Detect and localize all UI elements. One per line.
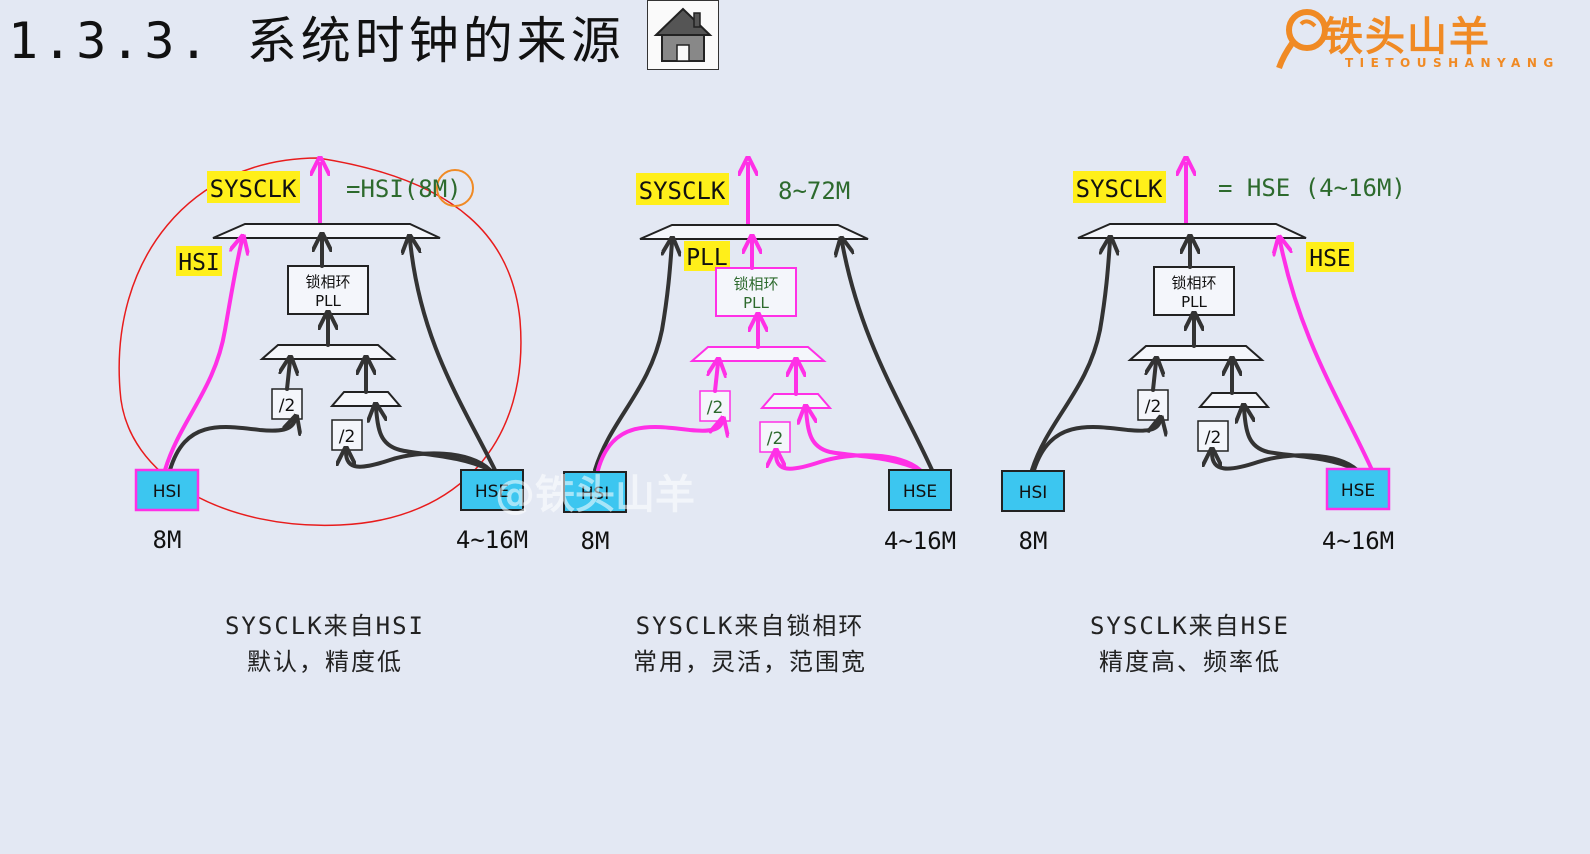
panel-hsi: SYSCLK =HSI(8M) HSI 锁相环 PLL /2 /2 HSI HS… [118,158,528,554]
caption-pll: SYSCLK来自锁相环 常用，灵活，范围宽 [570,608,930,680]
div-a-label: /2 [707,398,724,418]
system-clock-mux [212,223,441,239]
hse-freq: 4~16M [1322,527,1394,555]
sysclk-label: SYSCLK [1076,175,1163,203]
hse-freq: 4~16M [456,526,528,554]
pll-label-cn: 锁相环 [733,275,778,293]
hse-label: HSE [1341,481,1375,501]
caption-line-1: SYSCLK来自HSI [224,612,426,640]
diva-to-pllmux-path [1153,362,1156,392]
hsi-freq: 8M [153,526,182,554]
hsi-to-sysmux-path [593,242,672,472]
hse-label: HSE [903,482,937,502]
hse-div-mux [1197,392,1271,408]
sysclk-value: 8~72M [778,177,850,205]
div-b-label: /2 [339,427,356,447]
diva-to-pllmux-path [715,363,718,393]
caption-hsi: SYSCLK来自HSI 默认，精度低 [145,608,505,680]
caption-hse: SYSCLK来自HSE 精度高、频率低 [1010,608,1370,680]
hsi-to-sysmux-path [1030,241,1110,472]
pll-label-cn: 锁相环 [305,273,350,291]
caption-line-1: SYSCLK来自HSE [1089,612,1291,640]
div-b-label: /2 [1205,428,1222,448]
hsi-label: HSI [153,482,182,502]
side-label: HSI [178,250,220,276]
hse-to-sysmux-path [842,242,934,472]
hse-div-mux [759,393,833,409]
hse-freq: 4~16M [884,527,956,555]
caption-line-2: 常用，灵活，范围宽 [633,648,867,676]
hsi-label: HSI [1019,483,1048,503]
panel-hse: SYSCLK = HSE (4~16M) HSE 锁相环 PLL /2 /2 H… [1001,162,1406,555]
hse-active-path [1280,241,1374,472]
div-a-label: /2 [1145,397,1162,417]
hsi-to-diva-path [168,420,295,472]
pll-label-en: PLL [1181,293,1207,311]
hse-to-sysmux-path [410,240,497,472]
pll-source-mux [259,344,397,360]
div-a-label: /2 [279,396,296,416]
hse-div-mux [329,391,403,407]
pll-label-en: PLL [743,294,769,312]
system-clock-mux [1077,223,1307,239]
system-clock-mux [639,224,869,240]
clock-diagram: SYSCLK =HSI(8M) HSI 锁相环 PLL /2 /2 HSI HS… [118,0,1406,555]
sysclk-label: SYSCLK [639,177,726,205]
hsi-freq: 8M [1019,527,1048,555]
pll-source-mux [689,346,827,362]
side-label: HSE [1309,246,1351,272]
pll-label-en: PLL [315,292,341,310]
pll-label-cn: 锁相环 [1171,274,1216,292]
pll-source-mux [1127,345,1265,361]
caption-line-2: 默认，精度低 [247,648,403,676]
caption-line-1: SYSCLK来自锁相环 [635,612,865,640]
hsi-freq: 8M [581,527,610,555]
watermark: @铁头山羊 [495,472,695,518]
sysclk-label: SYSCLK [210,175,297,203]
diva-to-pllmux-path [287,361,290,391]
div-b-label: /2 [767,429,784,449]
sysclk-value: = HSE (4~16M) [1218,174,1406,202]
caption-line-2: 精度高、频率低 [1099,648,1281,676]
sysclk-value: =HSI(8M) [346,175,462,203]
